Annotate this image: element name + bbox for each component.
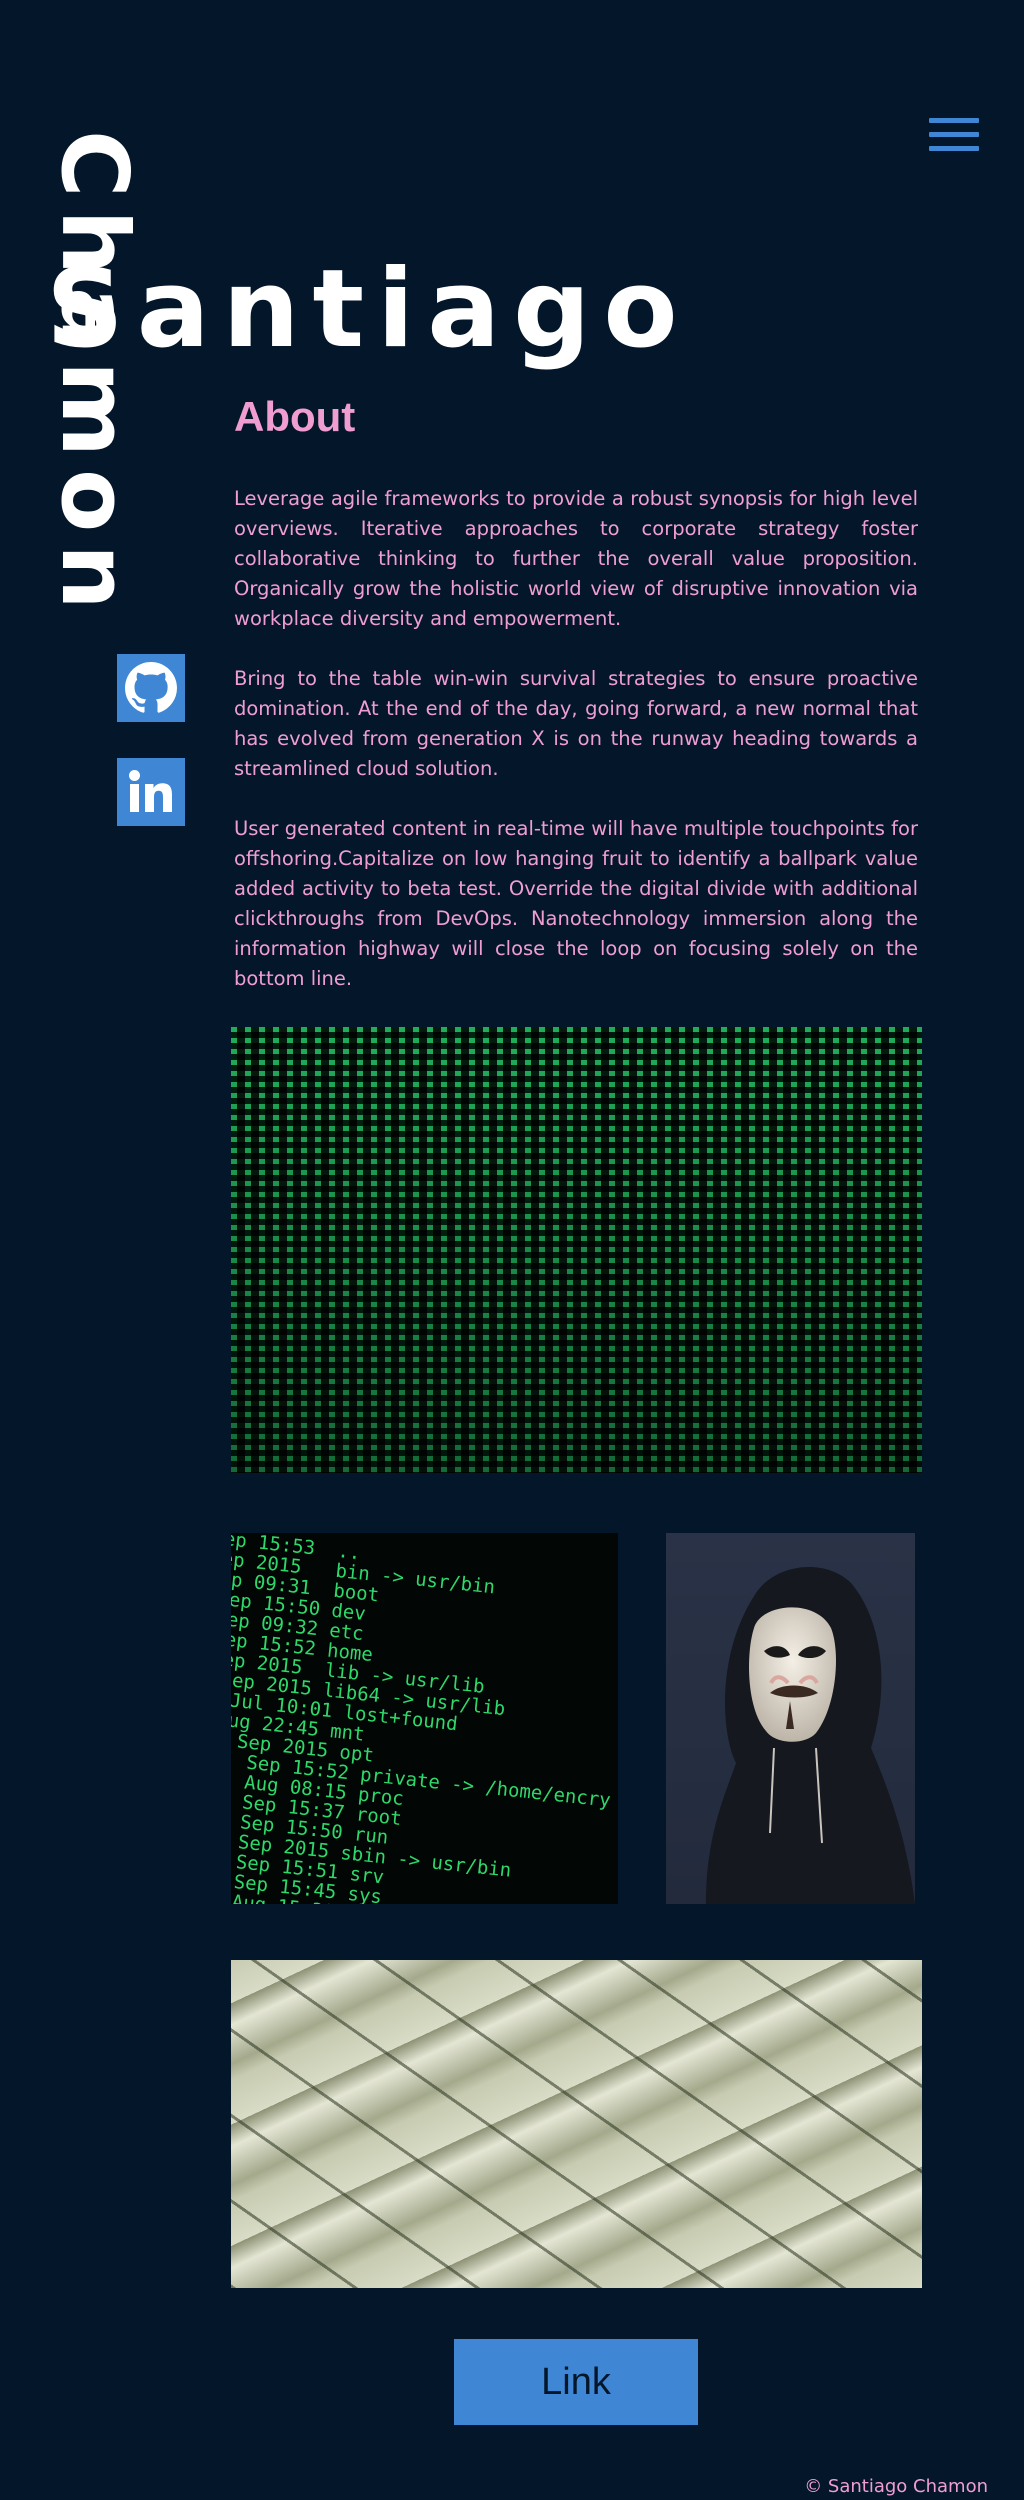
github-link[interactable] [117,654,185,722]
page: Chamon Santiago About Leverage agile fra… [0,0,1024,2500]
terminal-image: ep 15:53 .. ep 2015 bin -> usr/bin ep 09:3… [231,1533,618,1904]
about-paragraph: Bring to the table win-win survival stra… [234,667,918,780]
matrix-code-image [231,1027,922,1473]
footer-copyright: © Santiago Chamon [804,2476,988,2497]
hooded-figure-illustration [706,1566,915,1904]
github-icon [125,662,177,713]
about-paragraph: User generated content in real-time will… [234,817,918,990]
linkedin-link[interactable] [117,758,185,826]
image-shade [231,1027,922,1473]
dollar-bills-image [231,1960,922,2288]
hamburger-icon-bar [929,146,979,151]
hamburger-icon-bar [929,118,979,123]
terminal-text: ep 15:53 .. ep 2015 bin -> usr/bin ep 09:3… [231,1533,618,1904]
hamburger-icon-bar [929,132,979,137]
link-button[interactable]: Link [454,2339,698,2425]
hamburger-menu-button[interactable] [929,118,979,154]
about-heading: About [234,393,356,440]
about-paragraph: Leverage agile frameworks to provide a r… [234,487,918,630]
logo-first-name: Santiago [46,247,691,372]
logo-last-name: Chamon [41,130,148,622]
hooded-mask-image [666,1533,915,1904]
linkedin-icon [129,770,172,812]
about-text: Leverage agile frameworks to provide a r… [234,484,918,1024]
